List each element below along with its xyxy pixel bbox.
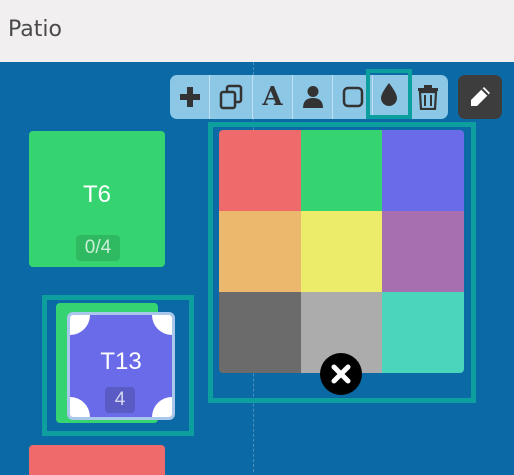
add-icon: [179, 87, 200, 107]
close-palette-button[interactable]: [320, 353, 362, 395]
seat-count: 4: [105, 387, 135, 413]
color-swatch[interactable]: [300, 211, 383, 292]
color-swatch[interactable]: [382, 211, 464, 292]
color-swatch[interactable]: [219, 130, 301, 211]
corner-cutout: [70, 397, 90, 417]
droplet-icon: [381, 83, 397, 106]
corner-cutout: [70, 315, 90, 335]
color-swatch[interactable]: [300, 130, 383, 211]
duplicate-button[interactable]: [210, 75, 253, 119]
color-button[interactable]: [366, 69, 412, 119]
table-partial[interactable]: [29, 445, 165, 475]
person-button[interactable]: [293, 75, 333, 119]
table-t13[interactable]: T13 4: [67, 312, 175, 420]
text-button[interactable]: A: [253, 75, 293, 119]
header-bar: Patio: [0, 0, 514, 62]
delete-button[interactable]: [408, 75, 448, 119]
pencil-icon: [471, 87, 490, 106]
close-icon: [331, 364, 351, 384]
seat-count: 0/4: [76, 235, 120, 261]
corner-cutout: [152, 397, 172, 417]
color-swatch[interactable]: [382, 130, 464, 211]
color-swatch[interactable]: [219, 292, 301, 373]
text-icon: A: [262, 82, 283, 112]
color-palette: [219, 130, 464, 373]
person-icon: [302, 86, 323, 108]
add-button[interactable]: [170, 75, 210, 119]
table-t6[interactable]: T6 0/4: [29, 131, 165, 267]
color-swatch[interactable]: [382, 292, 464, 373]
table-label: T13: [100, 348, 142, 375]
color-swatch[interactable]: [219, 211, 301, 292]
corner-cutout: [152, 315, 172, 335]
trash-icon: [418, 85, 438, 110]
edit-button[interactable]: [458, 75, 502, 119]
square-icon: [342, 86, 363, 108]
duplicate-icon: [219, 84, 243, 110]
element-toolbar: A: [170, 69, 448, 119]
table-label: T6: [82, 181, 111, 208]
page-title: Patio: [8, 17, 62, 42]
